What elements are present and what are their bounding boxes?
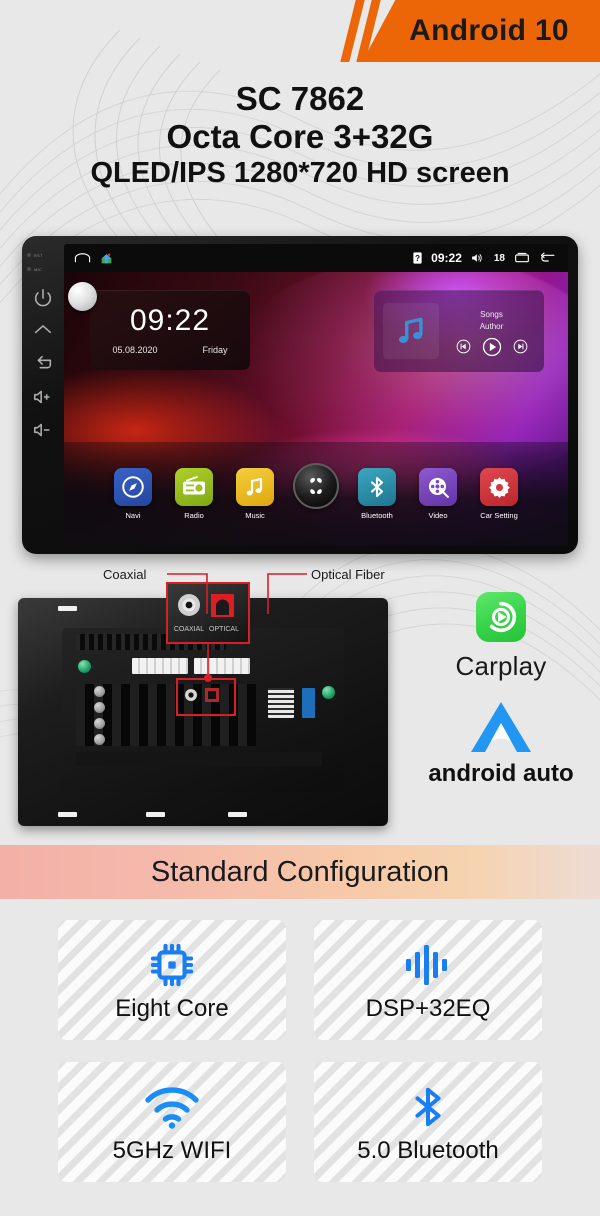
head-unit-left-bezel: RST MIC [22,236,64,554]
clock-time: 09:22 [129,303,211,337]
volume-icon[interactable] [471,252,485,264]
headline-line-2: Octa Core 3+32G [166,118,434,156]
dock-item-navi[interactable]: Navi [110,468,156,520]
bluetooth-icon [405,1079,451,1135]
feature-bluetooth-label: 5.0 Bluetooth [357,1137,499,1164]
radio-tile[interactable] [175,468,213,506]
headline-line-1: SC 7862 [235,80,365,117]
volume-level: 18 [493,252,505,264]
power-icon[interactable] [32,287,54,309]
port-callouts: Coaxial Optical Fiber [0,556,600,646]
feature-wifi[interactable]: 5GHz WIFI [58,1062,286,1182]
banner-shape: Android 10 [362,0,600,62]
app-dock: Navi Radio Music Bluetooth Video Car Set… [64,463,568,542]
volume-up-icon[interactable] [32,386,54,408]
feature-dsp-eq[interactable]: DSP+32EQ [314,920,542,1040]
carplay-label: Carplay [455,651,547,681]
cpu-chip-icon [146,937,198,993]
home-icon[interactable] [32,320,54,342]
film-reel-icon [428,477,449,498]
android-status-bar: ? 09:22 18 [64,244,568,272]
back-arrow-icon[interactable] [539,252,556,265]
music-widget[interactable]: Songs Author [374,290,544,372]
sim-card-icon: ? [413,252,422,264]
dock-item-radio[interactable]: Radio [171,468,217,520]
next-track-icon[interactable] [513,339,528,354]
headline-line-3: QLED/IPS 1280*720 HD screen [90,156,510,189]
music-icon [246,477,263,496]
clock-widget[interactable]: 09:22 05.08.2020 Friday [90,290,250,370]
navi-label: Navi [125,511,141,520]
bluetooth-tile[interactable] [358,468,396,506]
play-icon[interactable] [482,337,502,357]
car-setting-tile[interactable] [480,468,518,506]
music-note-icon [398,317,423,344]
back-icon[interactable] [32,353,54,375]
android-version-banner: Android 10 [0,0,600,62]
feature-eight-core[interactable]: Eight Core [58,920,286,1040]
feature-wifi-label: 5GHz WIFI [112,1137,232,1164]
volume-down-icon[interactable] [32,419,54,441]
apps-tile[interactable] [293,463,339,509]
standard-configuration-band: Standard Configuration [0,845,600,899]
recents-icon[interactable] [514,252,530,264]
track-title: Songs [480,309,503,319]
radio-label: Radio [184,511,204,520]
mic-led: MIC [27,262,61,276]
bluetooth-icon [370,476,384,498]
video-tile[interactable] [419,468,457,506]
dock-item-all-apps[interactable] [293,463,339,514]
track-artist: Author [479,321,504,331]
dock-icon[interactable] [74,252,91,264]
dock-item-bluetooth[interactable]: Bluetooth [354,468,400,520]
android-auto-label: android auto [428,760,574,787]
product-headline: SC 7862 Octa Core 3+32G QLED/IPS 1280*72… [0,80,600,190]
radio-icon [183,476,205,495]
apps-grid-icon [310,478,322,494]
album-art [383,303,439,359]
gear-icon [488,476,510,498]
status-time: 09:22 [431,251,462,265]
svg-text:?: ? [415,254,420,263]
previous-track-icon[interactable] [456,339,471,354]
callout-leader-lines [167,573,307,614]
compass-icon [122,476,144,498]
music-tile[interactable] [236,468,274,506]
volume-knob[interactable] [68,282,97,311]
equalizer-icon [402,937,454,993]
android-auto-icon [471,702,531,752]
video-label: Video [428,511,448,520]
standard-configuration-title: Standard Configuration [150,855,450,888]
wifi-icon [143,1079,201,1135]
port-source-box [176,678,236,716]
feature-eight-core-label: Eight Core [115,995,229,1022]
clock-date: 05.08.2020 [112,344,158,355]
bluetooth-label: Bluetooth [361,511,393,520]
feature-bluetooth[interactable]: 5.0 Bluetooth [314,1062,542,1182]
feature-dsp-eq-label: DSP+32EQ [365,995,491,1022]
navi-tile[interactable] [114,468,152,506]
music-label: Music [245,511,265,520]
touchscreen[interactable]: ? 09:22 18 09:22 05.08.2020 Friday Songs… [64,244,568,546]
dock-item-video[interactable]: Video [415,468,461,520]
car-setting-label: Car Setting [480,511,518,520]
feature-grid: Eight Core DSP+32EQ 5GHz WIFI 5.0 Blueto… [0,920,600,1182]
clock-weekday: Friday [202,344,228,355]
head-unit-front: RST MIC ? 09:22 18 09:22 05.08.2020 Frid… [22,236,578,554]
home-house-icon[interactable] [100,252,113,265]
dock-item-car-setting[interactable]: Car Setting [476,468,522,520]
reset-led: RST [27,248,61,262]
banner-label: Android 10 [409,14,569,47]
source-ports [185,688,219,702]
dock-item-music[interactable]: Music [232,468,278,520]
